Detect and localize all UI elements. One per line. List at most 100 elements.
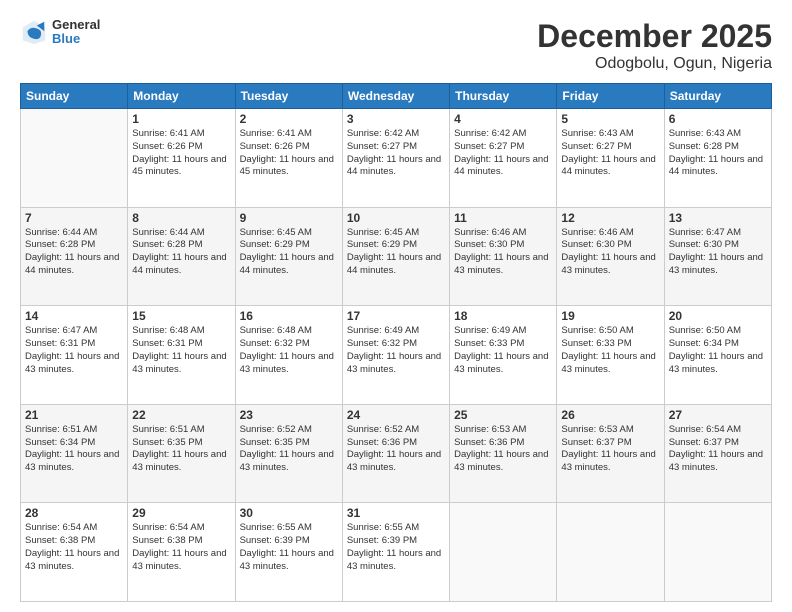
table-row	[664, 503, 771, 602]
table-row: 2 Sunrise: 6:41 AM Sunset: 6:26 PM Daylig…	[235, 109, 342, 208]
page: General Blue December 2025 Odogbolu, Ogu…	[0, 0, 792, 612]
table-row: 13Sunrise: 6:47 AM Sunset: 6:30 PM Dayli…	[664, 207, 771, 306]
day-number: 23	[240, 408, 338, 422]
title-block: December 2025 Odogbolu, Ogun, Nigeria	[537, 18, 772, 73]
table-row: 21 Sunrise: 6:51 AM Sunset: 6:34 PM Dayli…	[21, 404, 128, 503]
table-row	[450, 503, 557, 602]
table-row: 22Sunrise: 6:51 AM Sunset: 6:35 PM Dayli…	[128, 404, 235, 503]
calendar-week-row: 14 Sunrise: 6:47 AM Sunset: 6:31 PM Dayli…	[21, 306, 772, 405]
day-info: Sunrise: 6:55 AM Sunset: 6:39 PM Dayligh…	[347, 522, 445, 573]
day-number: 15	[132, 309, 230, 323]
table-row: 29Sunrise: 6:54 AM Sunset: 6:38 PM Dayli…	[128, 503, 235, 602]
day-number: 8	[132, 211, 230, 225]
col-tuesday: Tuesday	[235, 84, 342, 109]
table-row: 7 Sunrise: 6:44 AM Sunset: 6:28 PM Daylig…	[21, 207, 128, 306]
table-row: 26 Sunrise: 6:53 AM Sunset: 6:37 PM Dayli…	[557, 404, 664, 503]
day-info: Sunrise: 6:52 AM Sunset: 6:36 PM Dayligh…	[347, 424, 445, 475]
day-number: 3	[347, 112, 445, 126]
day-info: Sunrise: 6:51 AM Sunset: 6:35 PM Dayligh…	[132, 424, 230, 475]
table-row: 9 Sunrise: 6:45 AM Sunset: 6:29 PM Daylig…	[235, 207, 342, 306]
day-number: 17	[347, 309, 445, 323]
table-row: 8Sunrise: 6:44 AM Sunset: 6:28 PM Daylig…	[128, 207, 235, 306]
day-number: 9	[240, 211, 338, 225]
table-row: 16 Sunrise: 6:48 AM Sunset: 6:32 PM Dayli…	[235, 306, 342, 405]
calendar-subtitle: Odogbolu, Ogun, Nigeria	[537, 55, 772, 73]
day-info: Sunrise: 6:51 AM Sunset: 6:34 PM Dayligh…	[25, 424, 123, 475]
day-number: 4	[454, 112, 552, 126]
table-row: 12Sunrise: 6:46 AM Sunset: 6:30 PM Dayli…	[557, 207, 664, 306]
calendar-week-row: 21 Sunrise: 6:51 AM Sunset: 6:34 PM Dayli…	[21, 404, 772, 503]
day-info: Sunrise: 6:49 AM Sunset: 6:33 PM Dayligh…	[454, 325, 552, 376]
calendar-title: December 2025	[537, 18, 772, 55]
table-row: 24 Sunrise: 6:52 AM Sunset: 6:36 PM Dayli…	[342, 404, 449, 503]
day-number: 31	[347, 506, 445, 520]
day-info: Sunrise: 6:45 AM Sunset: 6:29 PM Dayligh…	[347, 227, 445, 278]
day-info: Sunrise: 6:50 AM Sunset: 6:34 PM Dayligh…	[669, 325, 767, 376]
day-number: 21	[25, 408, 123, 422]
table-row: 25Sunrise: 6:53 AM Sunset: 6:36 PM Dayli…	[450, 404, 557, 503]
table-row: 14 Sunrise: 6:47 AM Sunset: 6:31 PM Dayli…	[21, 306, 128, 405]
table-row: 6 Sunrise: 6:43 AM Sunset: 6:28 PM Daylig…	[664, 109, 771, 208]
day-info: Sunrise: 6:42 AM Sunset: 6:27 PM Dayligh…	[347, 128, 445, 179]
table-row: 3 Sunrise: 6:42 AM Sunset: 6:27 PM Daylig…	[342, 109, 449, 208]
day-number: 30	[240, 506, 338, 520]
calendar-week-row: 1 Sunrise: 6:41 AM Sunset: 6:26 PM Daylig…	[21, 109, 772, 208]
day-info: Sunrise: 6:42 AM Sunset: 6:27 PM Dayligh…	[454, 128, 552, 179]
day-info: Sunrise: 6:45 AM Sunset: 6:29 PM Dayligh…	[240, 227, 338, 278]
day-info: Sunrise: 6:47 AM Sunset: 6:30 PM Dayligh…	[669, 227, 767, 278]
day-info: Sunrise: 6:46 AM Sunset: 6:30 PM Dayligh…	[454, 227, 552, 278]
table-row: 10 Sunrise: 6:45 AM Sunset: 6:29 PM Dayli…	[342, 207, 449, 306]
day-number: 20	[669, 309, 767, 323]
day-info: Sunrise: 6:43 AM Sunset: 6:27 PM Dayligh…	[561, 128, 659, 179]
col-saturday: Saturday	[664, 84, 771, 109]
table-row: 27Sunrise: 6:54 AM Sunset: 6:37 PM Dayli…	[664, 404, 771, 503]
day-info: Sunrise: 6:44 AM Sunset: 6:28 PM Dayligh…	[25, 227, 123, 278]
day-number: 12	[561, 211, 659, 225]
day-info: Sunrise: 6:43 AM Sunset: 6:28 PM Dayligh…	[669, 128, 767, 179]
col-sunday: Sunday	[21, 84, 128, 109]
col-monday: Monday	[128, 84, 235, 109]
col-wednesday: Wednesday	[342, 84, 449, 109]
day-info: Sunrise: 6:54 AM Sunset: 6:38 PM Dayligh…	[132, 522, 230, 573]
day-info: Sunrise: 6:55 AM Sunset: 6:39 PM Dayligh…	[240, 522, 338, 573]
day-number: 7	[25, 211, 123, 225]
calendar-week-row: 7 Sunrise: 6:44 AM Sunset: 6:28 PM Daylig…	[21, 207, 772, 306]
day-number: 10	[347, 211, 445, 225]
table-row: 18Sunrise: 6:49 AM Sunset: 6:33 PM Dayli…	[450, 306, 557, 405]
table-row: 17 Sunrise: 6:49 AM Sunset: 6:32 PM Dayli…	[342, 306, 449, 405]
day-number: 11	[454, 211, 552, 225]
table-row: 4 Sunrise: 6:42 AM Sunset: 6:27 PM Daylig…	[450, 109, 557, 208]
day-info: Sunrise: 6:48 AM Sunset: 6:31 PM Dayligh…	[132, 325, 230, 376]
day-info: Sunrise: 6:53 AM Sunset: 6:36 PM Dayligh…	[454, 424, 552, 475]
day-number: 5	[561, 112, 659, 126]
table-row: 28Sunrise: 6:54 AM Sunset: 6:38 PM Dayli…	[21, 503, 128, 602]
table-row	[557, 503, 664, 602]
logo-text: General Blue	[52, 18, 100, 47]
logo-icon	[20, 18, 48, 46]
day-number: 27	[669, 408, 767, 422]
day-number: 24	[347, 408, 445, 422]
logo-blue: Blue	[52, 32, 100, 46]
day-info: Sunrise: 6:41 AM Sunset: 6:26 PM Dayligh…	[132, 128, 230, 179]
day-number: 2	[240, 112, 338, 126]
calendar-table: Sunday Monday Tuesday Wednesday Thursday…	[20, 83, 772, 602]
day-number: 16	[240, 309, 338, 323]
day-info: Sunrise: 6:41 AM Sunset: 6:26 PM Dayligh…	[240, 128, 338, 179]
table-row: 15 Sunrise: 6:48 AM Sunset: 6:31 PM Dayli…	[128, 306, 235, 405]
table-row: 31 Sunrise: 6:55 AM Sunset: 6:39 PM Dayli…	[342, 503, 449, 602]
day-number: 14	[25, 309, 123, 323]
day-number: 26	[561, 408, 659, 422]
day-number: 6	[669, 112, 767, 126]
day-number: 1	[132, 112, 230, 126]
col-friday: Friday	[557, 84, 664, 109]
day-info: Sunrise: 6:53 AM Sunset: 6:37 PM Dayligh…	[561, 424, 659, 475]
day-info: Sunrise: 6:47 AM Sunset: 6:31 PM Dayligh…	[25, 325, 123, 376]
table-row: 1 Sunrise: 6:41 AM Sunset: 6:26 PM Daylig…	[128, 109, 235, 208]
day-info: Sunrise: 6:49 AM Sunset: 6:32 PM Dayligh…	[347, 325, 445, 376]
table-row: 23 Sunrise: 6:52 AM Sunset: 6:35 PM Dayli…	[235, 404, 342, 503]
day-info: Sunrise: 6:48 AM Sunset: 6:32 PM Dayligh…	[240, 325, 338, 376]
day-number: 19	[561, 309, 659, 323]
day-number: 28	[25, 506, 123, 520]
day-info: Sunrise: 6:52 AM Sunset: 6:35 PM Dayligh…	[240, 424, 338, 475]
table-row: 30 Sunrise: 6:55 AM Sunset: 6:39 PM Dayli…	[235, 503, 342, 602]
